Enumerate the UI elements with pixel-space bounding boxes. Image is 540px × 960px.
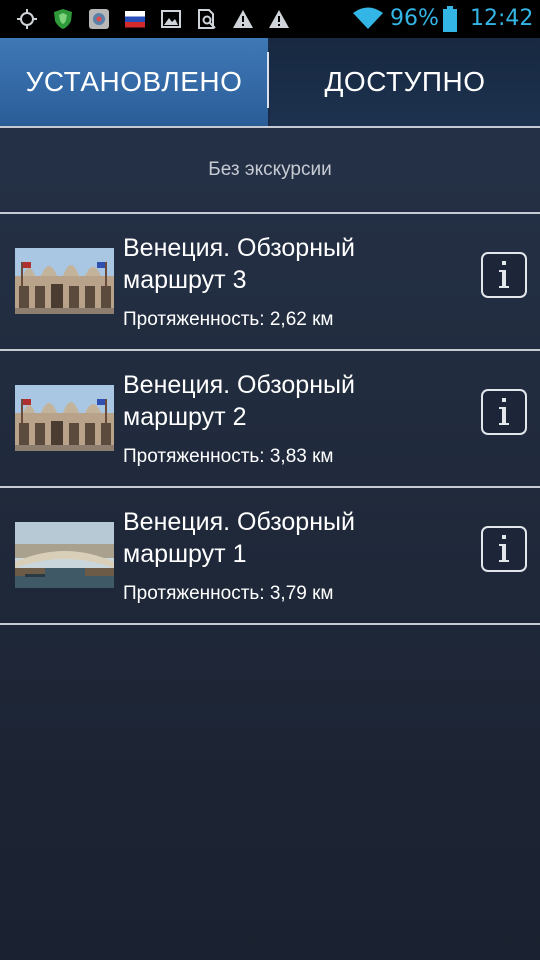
tab-installed[interactable]: УСТАНОВЛЕНО (0, 38, 268, 126)
route-title: Венеция. Обзорный маршрут 2 (123, 371, 355, 431)
route-item[interactable]: Венеция. Обзорный маршрут 1 Протяженност… (0, 488, 540, 623)
route-thumbnail (15, 248, 114, 314)
route-title: Венеция. Обзорный маршрут 3 (123, 234, 355, 294)
no-tour-option[interactable]: Без экскурсии (0, 128, 540, 212)
app-icon (89, 9, 109, 29)
info-button[interactable] (481, 252, 527, 298)
info-button[interactable] (481, 526, 527, 572)
route-item[interactable]: Венеция. Обзорный маршрут 2 Протяженност… (0, 351, 540, 486)
route-length: Протяженность: 3,79 км (123, 583, 334, 604)
status-bar: 96% 12:42 (0, 0, 540, 38)
search-file-icon (198, 9, 216, 29)
shield-icon (54, 9, 72, 29)
info-button[interactable] (481, 389, 527, 435)
info-icon (499, 535, 509, 562)
image-icon (161, 10, 181, 28)
tab-divider (267, 52, 269, 108)
info-icon (499, 398, 509, 425)
battery-icon (443, 6, 457, 32)
tab-bar: УСТАНОВЛЕНО ДОСТУПНО (0, 38, 540, 126)
divider (0, 623, 540, 625)
route-length: Протяженность: 3,83 км (123, 446, 334, 467)
tab-available[interactable]: ДОСТУПНО (270, 38, 540, 126)
warning-icon (233, 10, 253, 28)
route-length: Протяженность: 2,62 км (123, 309, 334, 330)
route-thumbnail (15, 385, 114, 451)
wifi-icon (353, 7, 383, 29)
warning-icon (269, 10, 289, 28)
clock: 12:42 (470, 6, 534, 31)
route-title: Венеция. Обзорный маршрут 1 (123, 508, 355, 568)
flag-icon (125, 11, 145, 28)
battery-percent: 96% (390, 6, 439, 31)
target-icon (17, 9, 37, 29)
route-thumbnail (15, 522, 114, 588)
info-icon (499, 261, 509, 288)
route-item[interactable]: Венеция. Обзорный маршрут 3 Протяженност… (0, 214, 540, 349)
